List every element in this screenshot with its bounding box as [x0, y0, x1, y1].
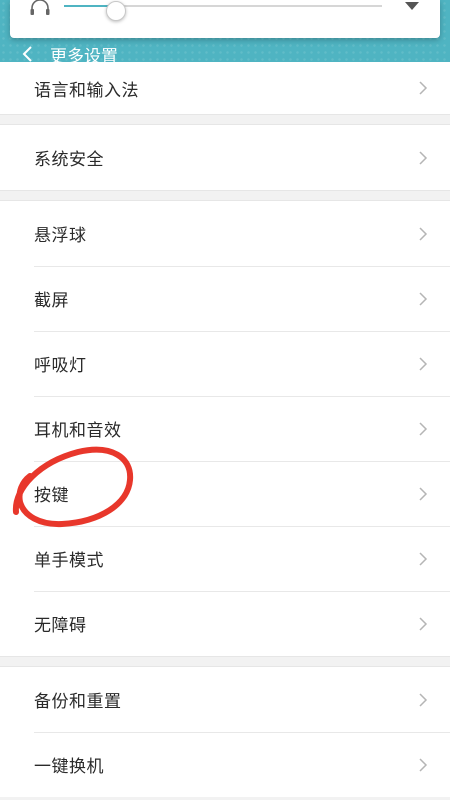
settings-group: 系统安全 — [0, 125, 450, 190]
chevron-right-icon — [419, 81, 428, 95]
settings-item-label: 语言和输入法 — [34, 80, 139, 101]
settings-item-label: 系统安全 — [34, 150, 104, 170]
settings-item-breathing-light[interactable]: 呼吸灯 — [0, 331, 450, 396]
settings-item-label: 呼吸灯 — [34, 356, 87, 376]
chevron-right-icon — [419, 356, 428, 371]
chevron-right-icon — [419, 421, 428, 436]
section-divider — [0, 190, 450, 201]
settings-item-headphones-audio[interactable]: 耳机和音效 — [0, 396, 450, 461]
settings-group: 悬浮球 截屏 呼吸灯 耳机和音效 按键 单手模式 无障碍 — [0, 201, 450, 656]
settings-item-screenshot[interactable]: 截屏 — [0, 266, 450, 331]
settings-item-accessibility[interactable]: 无障碍 — [0, 591, 450, 656]
headphone-icon — [30, 0, 50, 15]
settings-item-phone-clone[interactable]: 一键换机 — [0, 732, 450, 797]
settings-group: 备份和重置 一键换机 — [0, 667, 450, 797]
section-divider — [0, 114, 450, 125]
chevron-right-icon — [419, 551, 428, 566]
settings-item-label: 截屏 — [34, 291, 69, 311]
chevron-right-icon — [419, 692, 428, 707]
settings-item-buttons[interactable]: 按键 — [0, 461, 450, 526]
settings-item-label: 悬浮球 — [34, 226, 87, 246]
chevron-right-icon — [419, 226, 428, 241]
settings-item-language[interactable]: 语言和输入法 — [0, 62, 450, 114]
chevron-right-icon — [419, 291, 428, 306]
settings-item-label: 无障碍 — [34, 616, 87, 636]
settings-item-label: 按键 — [34, 486, 69, 506]
section-divider — [0, 656, 450, 667]
settings-item-floating-ball[interactable]: 悬浮球 — [0, 201, 450, 266]
chevron-right-icon — [419, 486, 428, 501]
chevron-down-icon[interactable] — [403, 0, 421, 12]
settings-item-label: 耳机和音效 — [34, 421, 122, 441]
chevron-right-icon — [419, 150, 428, 165]
settings-group: 语言和输入法 — [0, 62, 450, 114]
settings-list: 语言和输入法 系统安全 悬浮球 截屏 呼吸灯 耳机和音效 按键 单手模式 无障碍… — [0, 62, 450, 797]
volume-fill — [64, 1, 126, 21]
volume-slider-thumb[interactable] — [106, 1, 126, 21]
settings-item-label: 一键换机 — [34, 757, 104, 777]
settings-item-security[interactable]: 系统安全 — [0, 125, 450, 190]
settings-item-label: 单手模式 — [34, 551, 104, 571]
settings-item-label: 备份和重置 — [34, 692, 122, 712]
settings-item-backup-reset[interactable]: 备份和重置 — [0, 667, 450, 732]
settings-item-one-hand-mode[interactable]: 单手模式 — [0, 526, 450, 591]
chevron-left-icon — [22, 46, 32, 62]
chevron-right-icon — [419, 616, 428, 631]
volume-panel — [10, 0, 440, 38]
chevron-right-icon — [419, 757, 428, 772]
